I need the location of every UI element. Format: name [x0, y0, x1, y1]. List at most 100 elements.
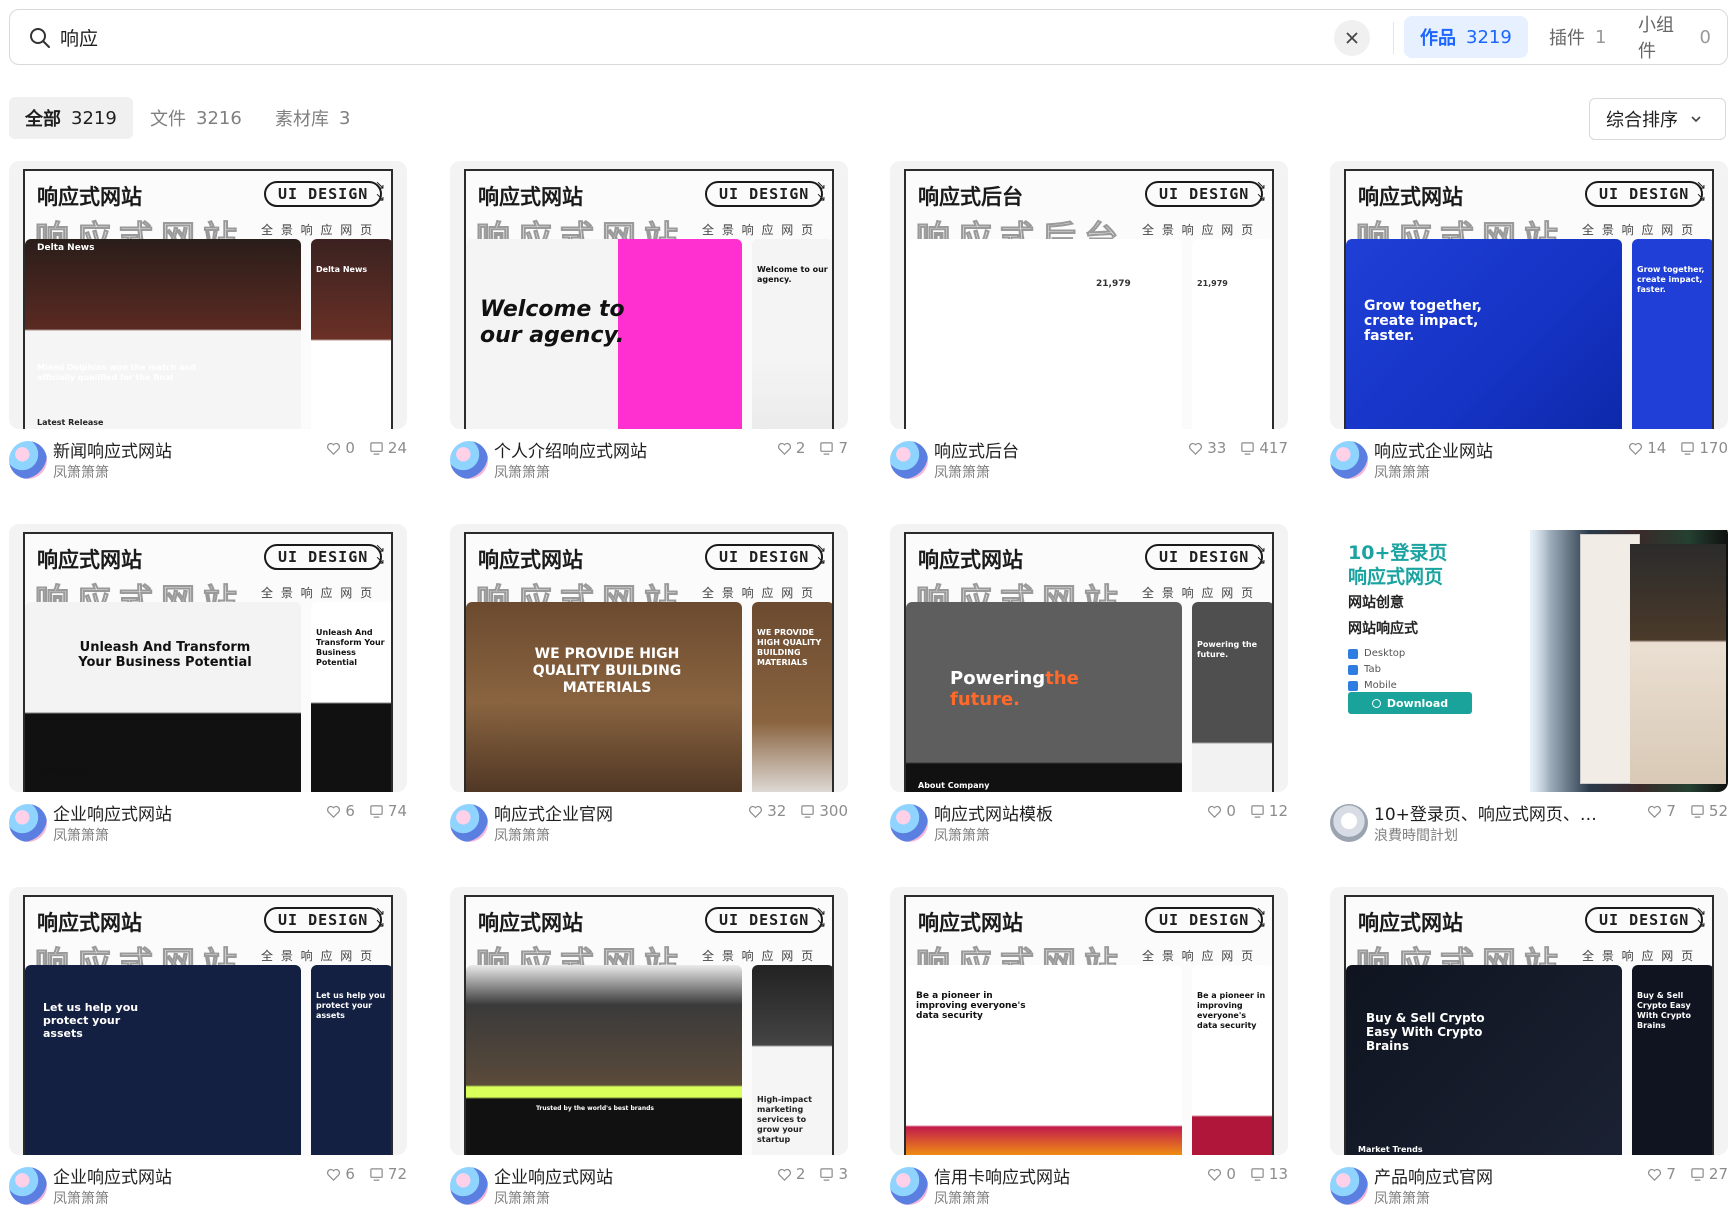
author-name[interactable]: 凤箫箫箫: [494, 825, 550, 845]
download-icon: [1371, 698, 1381, 708]
work-card[interactable]: 响应式网站 UI DESIGN ↘↘ 响应式网站 全 景 响 应 网 页 Gro…: [1330, 161, 1728, 491]
like-count[interactable]: 33: [1188, 439, 1226, 457]
card-title[interactable]: 10+登录页、响应式网页、选项...: [1374, 800, 1610, 825]
work-card[interactable]: 响应式网站 UI DESIGN ↘↘ 响应式网站 全 景 响 应 网 页 Be …: [890, 887, 1288, 1217]
card-thumbnail[interactable]: 响应式网站 UI DESIGN ↘↘ 响应式网站 全 景 响 应 网 页 Del…: [9, 161, 407, 429]
like-count[interactable]: 14: [1628, 439, 1666, 457]
card-title[interactable]: 个人介绍响应式网站: [494, 437, 647, 462]
comment-count[interactable]: 72: [369, 1165, 407, 1183]
like-count[interactable]: 0: [326, 439, 355, 457]
card-title[interactable]: 响应式企业官网: [494, 800, 613, 825]
author-name[interactable]: 凤箫箫箫: [53, 1188, 109, 1208]
author-name[interactable]: 凤箫箫箫: [1374, 1188, 1430, 1208]
hero-text: Trusted by the world's best brands: [536, 1105, 654, 1112]
like-count[interactable]: 7: [1647, 1165, 1676, 1183]
download-button[interactable]: Download: [1348, 692, 1472, 714]
author-name[interactable]: 凤箫箫箫: [934, 1188, 990, 1208]
card-thumbnail[interactable]: 响应式网站 UI DESIGN ↘↘ 响应式网站 全 景 响 应 网 页 WE …: [450, 524, 848, 792]
avatar[interactable]: [890, 804, 928, 842]
comment-count[interactable]: 74: [369, 802, 407, 820]
card-title[interactable]: 产品响应式官网: [1374, 1163, 1493, 1188]
work-card[interactable]: 响应式网站 UI DESIGN ↘↘ 响应式网站 全 景 响 应 网 页 Wel…: [450, 161, 848, 491]
card-thumbnail[interactable]: 响应式网站 UI DESIGN ↘↘ 响应式网站 全 景 响 应 网 页 Tru…: [450, 887, 848, 1155]
card-thumbnail[interactable]: 响应式网站 UI DESIGN ↘↘ 响应式网站 全 景 响 应 网 页 Be …: [890, 887, 1288, 1155]
filter-all[interactable]: 全部 3219: [9, 97, 133, 139]
comment-count[interactable]: 170: [1680, 439, 1728, 457]
like-count[interactable]: 6: [326, 802, 355, 820]
avatar[interactable]: [450, 441, 488, 479]
card-thumbnail[interactable]: 响应式网站 UI DESIGN ↘↘ 响应式网站 全 景 响 应 网 页 Pow…: [890, 524, 1288, 792]
comment-count[interactable]: 13: [1250, 1165, 1288, 1183]
like-count[interactable]: 0: [1207, 802, 1236, 820]
work-card[interactable]: 响应式网站 UI DESIGN ↘↘ 响应式网站 全 景 响 应 网 页 WE …: [450, 524, 848, 854]
author-name[interactable]: 凤箫箫箫: [494, 462, 550, 482]
hero-heading: Grow together, create impact, faster.: [1364, 299, 1504, 344]
author-name[interactable]: 凤箫箫箫: [53, 462, 109, 482]
like-count[interactable]: 2: [777, 439, 805, 457]
filter-files[interactable]: 文件 3216: [134, 97, 258, 139]
author-name[interactable]: 浪費時間計划: [1374, 825, 1458, 845]
like-count[interactable]: 32: [748, 802, 786, 820]
card-thumbnail[interactable]: 响应式后台 UI DESIGN ↘↘ 响应式后台 全 景 响 应 网 页 21,…: [890, 161, 1288, 429]
like-count[interactable]: 6: [326, 1165, 355, 1183]
avatar[interactable]: [9, 804, 47, 842]
card-meta: 响应式企业官网 凤箫箫箫 32 300: [450, 796, 848, 852]
card-title[interactable]: 响应式企业网站: [1374, 437, 1493, 462]
author-name[interactable]: 凤箫箫箫: [934, 462, 990, 482]
avatar[interactable]: [890, 1167, 928, 1205]
card-title[interactable]: 企业响应式网站: [53, 1163, 172, 1188]
work-card[interactable]: 响应式网站 UI DESIGN ↘↘ 响应式网站 全 景 响 应 网 页 Unl…: [9, 524, 407, 854]
like-count[interactable]: 7: [1647, 802, 1676, 820]
filter-libraries[interactable]: 素材库 3: [259, 97, 366, 139]
comment-count[interactable]: 300: [800, 802, 848, 820]
tab-plugins[interactable]: 插件 1: [1533, 16, 1622, 58]
comment-count[interactable]: 24: [369, 439, 407, 457]
cover-subtitle: 全 景 响 应 网 页: [702, 586, 816, 600]
avatar[interactable]: [1330, 441, 1368, 479]
card-title[interactable]: 企业响应式网站: [494, 1163, 613, 1188]
like-count[interactable]: 2: [777, 1165, 805, 1183]
comment-count[interactable]: 3: [819, 1165, 848, 1183]
tab-widgets[interactable]: 小组件 0: [1622, 15, 1727, 62]
work-card[interactable]: 响应式网站 UI DESIGN ↘↘ 响应式网站 全 景 响 应 网 页 Del…: [9, 161, 407, 491]
like-count[interactable]: 0: [1207, 1165, 1236, 1183]
tab-works[interactable]: 作品 3219: [1404, 16, 1528, 58]
card-title[interactable]: 企业响应式网站: [53, 800, 172, 825]
avatar[interactable]: [450, 1167, 488, 1205]
card-thumbnail[interactable]: 10+登录页 响应式网页 网站创意 网站响应式 Desktop Tab Mobi…: [1330, 524, 1728, 792]
search-input[interactable]: [60, 20, 1320, 54]
work-card[interactable]: 响应式网站 UI DESIGN ↘↘ 响应式网站 全 景 响 应 网 页 Tru…: [450, 887, 848, 1217]
avatar[interactable]: [890, 441, 928, 479]
card-title[interactable]: 响应式网站模板: [934, 800, 1053, 825]
comment-count[interactable]: 27: [1690, 1165, 1728, 1183]
cover-frame: 响应式网站 UI DESIGN ↘↘ 响应式网站 全 景 响 应 网 页 Del…: [23, 169, 393, 429]
card-thumbnail[interactable]: 响应式网站 UI DESIGN ↘↘ 响应式网站 全 景 响 应 网 页 Gro…: [1330, 161, 1728, 429]
comment-count[interactable]: 52: [1690, 802, 1728, 820]
work-card[interactable]: 响应式网站 UI DESIGN ↘↘ 响应式网站 全 景 响 应 网 页 Buy…: [1330, 887, 1728, 1217]
card-title[interactable]: 响应式后台: [934, 437, 1019, 462]
card-title[interactable]: 新闻响应式网站: [53, 437, 172, 462]
avatar[interactable]: [450, 804, 488, 842]
avatar[interactable]: [1330, 1167, 1368, 1205]
avatar[interactable]: [9, 1167, 47, 1205]
work-card[interactable]: 响应式网站 UI DESIGN ↘↘ 响应式网站 全 景 响 应 网 页 Pow…: [890, 524, 1288, 854]
comment-count[interactable]: 12: [1250, 802, 1288, 820]
card-thumbnail[interactable]: 响应式网站 UI DESIGN ↘↘ 响应式网站 全 景 响 应 网 页 Buy…: [1330, 887, 1728, 1155]
author-name[interactable]: 凤箫箫箫: [53, 825, 109, 845]
comment-count[interactable]: 417: [1240, 439, 1288, 457]
avatar[interactable]: [1330, 804, 1368, 842]
avatar[interactable]: [9, 441, 47, 479]
sort-dropdown[interactable]: 综合排序: [1589, 98, 1726, 140]
author-name[interactable]: 凤箫箫箫: [934, 825, 990, 845]
work-card[interactable]: 响应式后台 UI DESIGN ↘↘ 响应式后台 全 景 响 应 网 页 21,…: [890, 161, 1288, 491]
comment-count[interactable]: 7: [819, 439, 848, 457]
card-thumbnail[interactable]: 响应式网站 UI DESIGN ↘↘ 响应式网站 全 景 响 应 网 页 Let…: [9, 887, 407, 1155]
author-name[interactable]: 凤箫箫箫: [494, 1188, 550, 1208]
work-card[interactable]: 响应式网站 UI DESIGN ↘↘ 响应式网站 全 景 响 应 网 页 Let…: [9, 887, 407, 1217]
card-thumbnail[interactable]: 响应式网站 UI DESIGN ↘↘ 响应式网站 全 景 响 应 网 页 Wel…: [450, 161, 848, 429]
clear-search-button[interactable]: [1334, 20, 1370, 56]
card-title[interactable]: 信用卡响应式网站: [934, 1163, 1070, 1188]
author-name[interactable]: 凤箫箫箫: [1374, 462, 1430, 482]
work-card[interactable]: 10+登录页 响应式网页 网站创意 网站响应式 Desktop Tab Mobi…: [1330, 524, 1728, 854]
card-thumbnail[interactable]: 响应式网站 UI DESIGN ↘↘ 响应式网站 全 景 响 应 网 页 Unl…: [9, 524, 407, 792]
